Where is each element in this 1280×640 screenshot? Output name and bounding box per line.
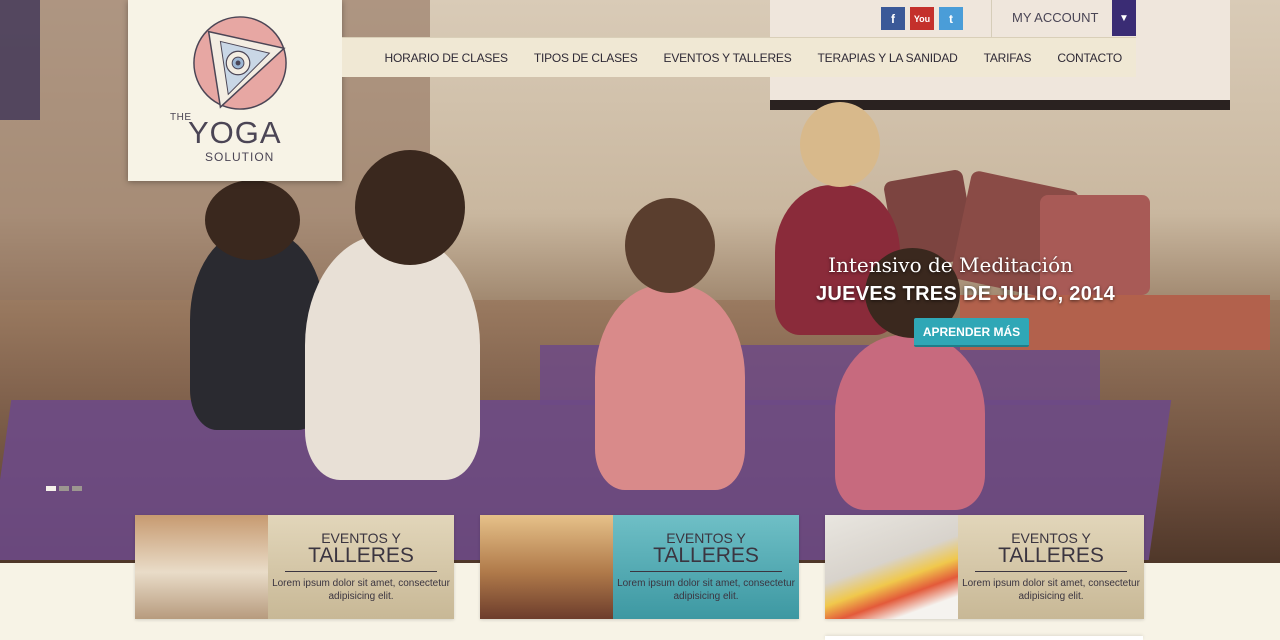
chevron-down-icon: ▼ bbox=[1119, 12, 1129, 24]
lotus-logo-icon bbox=[193, 16, 287, 110]
slider-dot[interactable] bbox=[59, 486, 69, 491]
facebook-icon[interactable]: f bbox=[881, 7, 905, 30]
nav-item-contacto[interactable]: CONTACTO bbox=[1057, 51, 1122, 65]
card-heading-line1: EVENTOS Y bbox=[666, 530, 746, 546]
hero-date: JUEVES TRES DE JULIO, 2014 bbox=[815, 283, 1115, 305]
hero-photo-child-head bbox=[355, 150, 465, 265]
event-card-text: EVENTOS Y TALLERES Lorem ipsum dolor sit… bbox=[613, 515, 799, 619]
social-links: f You t bbox=[881, 7, 963, 30]
event-card-image bbox=[480, 515, 613, 619]
logo-text-solution: SOLUTION bbox=[205, 150, 275, 164]
card-heading-line1: EVENTOS Y bbox=[321, 530, 401, 546]
nav-item-eventos[interactable]: EVENTOS Y TALLERES bbox=[664, 51, 792, 65]
divider bbox=[975, 571, 1127, 572]
hero-photo-child-head bbox=[205, 180, 300, 260]
slider-dot[interactable] bbox=[46, 486, 56, 491]
card-body: Lorem ipsum dolor sit amet, consectetur … bbox=[272, 578, 450, 602]
account-dropdown-button[interactable]: ▼ bbox=[1112, 0, 1136, 36]
nav-item-tarifas[interactable]: TARIFAS bbox=[984, 51, 1032, 65]
nav-item-tipos[interactable]: TIPOS DE CLASES bbox=[534, 51, 638, 65]
event-card-image bbox=[825, 515, 958, 619]
card-heading-line1: EVENTOS Y bbox=[1011, 530, 1091, 546]
event-card[interactable]: EVENTOS Y TALLERES Lorem ipsum dolor sit… bbox=[135, 515, 454, 619]
hero-photo-child-head bbox=[625, 198, 715, 293]
twitter-icon[interactable]: t bbox=[939, 7, 963, 30]
event-card-text: EVENTOS Y TALLERES Lorem ipsum dolor sit… bbox=[958, 515, 1144, 619]
hero-photo-teacher-head bbox=[800, 102, 880, 187]
hero-photo-child bbox=[835, 335, 985, 510]
logo-text-yoga: YOGA bbox=[188, 115, 282, 150]
nav-item-terapias[interactable]: TERAPIAS Y LA SANIDAD bbox=[818, 51, 958, 65]
slider-pagination bbox=[46, 486, 82, 491]
my-account-link[interactable]: MY ACCOUNT bbox=[1012, 10, 1098, 25]
main-nav: HORARIO DE CLASES TIPOS DE CLASES EVENTO… bbox=[342, 37, 1136, 77]
hero-title: Intensivo de Meditación bbox=[828, 253, 1073, 277]
card-body: Lorem ipsum dolor sit amet, consectetur … bbox=[617, 578, 795, 602]
event-card-image bbox=[135, 515, 268, 619]
site-logo[interactable]: THE YOGA SOLUTION bbox=[128, 0, 342, 181]
hero-photo-child bbox=[595, 285, 745, 490]
hero-caption: Intensivo de Meditación JUEVES TRES DE J… bbox=[755, 253, 1115, 306]
learn-more-button[interactable]: APRENDER MÁS bbox=[914, 318, 1029, 347]
divider bbox=[630, 571, 782, 572]
divider bbox=[285, 571, 437, 572]
hero-photo-curtain bbox=[0, 0, 40, 120]
card-heading-line2: TALLERES bbox=[653, 544, 759, 567]
event-card[interactable]: EVENTOS Y TALLERES Lorem ipsum dolor sit… bbox=[480, 515, 799, 619]
card-heading-line2: TALLERES bbox=[308, 544, 414, 567]
youtube-icon[interactable]: You bbox=[910, 7, 934, 30]
lower-panel bbox=[825, 636, 1143, 640]
event-card-text: EVENTOS Y TALLERES Lorem ipsum dolor sit… bbox=[268, 515, 454, 619]
divider bbox=[991, 0, 992, 37]
nav-item-horario[interactable]: HORARIO DE CLASES bbox=[385, 51, 509, 65]
hero-photo-child bbox=[305, 235, 480, 480]
top-bar: f You t MY ACCOUNT ▼ bbox=[342, 0, 1136, 37]
card-body: Lorem ipsum dolor sit amet, consectetur … bbox=[962, 578, 1140, 602]
slider-dot[interactable] bbox=[72, 486, 82, 491]
event-card[interactable]: EVENTOS Y TALLERES Lorem ipsum dolor sit… bbox=[825, 515, 1144, 619]
card-heading-line2: TALLERES bbox=[998, 544, 1104, 567]
